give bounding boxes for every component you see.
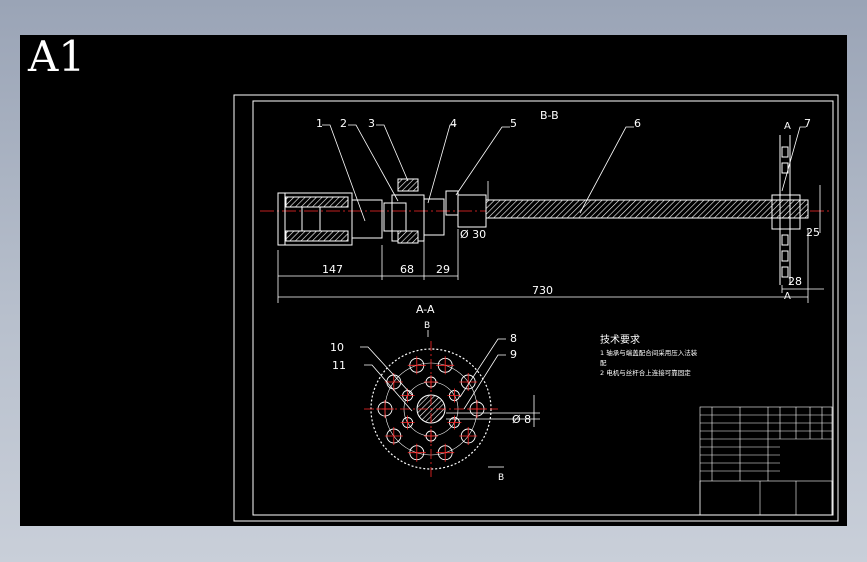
part-number-6: 6 <box>634 117 641 130</box>
bolt-hole-centermark <box>459 373 478 391</box>
title-block <box>699 406 833 516</box>
dimension-147: 147 <box>322 263 343 276</box>
section-label-aa: A-A <box>416 303 435 316</box>
part-number-3: 3 <box>368 117 375 130</box>
section-mark-a-top: A <box>784 121 791 132</box>
motor-body <box>277 192 383 246</box>
bolt-hole-centermark <box>376 400 394 418</box>
notes-title: 技术要求 <box>600 333 640 346</box>
part-number-9: 9 <box>510 348 517 361</box>
dimension-68: 68 <box>400 263 414 276</box>
dimension-25: 25 <box>806 226 820 239</box>
part-number-4: 4 <box>450 117 457 130</box>
section-label-bb: B-B <box>540 109 559 122</box>
bolt-hole-centermark <box>424 375 438 389</box>
bolt-hole-centermark <box>400 415 415 430</box>
part-number-7: 7 <box>804 117 811 130</box>
screw-shaft <box>485 199 809 219</box>
sheet-size-label: A1 <box>27 35 85 81</box>
bolt-hole-centermark <box>407 443 426 462</box>
dimension-dia30: Ø 30 <box>460 228 486 241</box>
bolt-hole-centermark <box>424 429 438 443</box>
section-mark-b-top: B <box>424 321 430 331</box>
part-number-11: 11 <box>332 359 346 372</box>
notes-line-1: 1 轴承与端盖配合间采用压入法装 <box>600 348 698 357</box>
dimension-29: 29 <box>436 263 450 276</box>
bolt-hole-centermark <box>447 415 462 430</box>
part-number-8: 8 <box>510 332 517 345</box>
part-number-5: 5 <box>510 117 517 130</box>
flange-section-aa: A-A B 10 11 8 9 Ø 8 B <box>330 303 540 483</box>
section-mark-b-bottom: B <box>498 473 504 483</box>
dimension-28: 28 <box>788 275 802 288</box>
dimension-dia8: Ø 8 <box>512 413 531 426</box>
cad-drawing: A1 B-B 1 2 3 4 5 6 7 A 147 68 29 730 Ø 3… <box>27 35 839 522</box>
notes-line-3: 2 电机与丝杆合上连接可靠固定 <box>600 368 691 377</box>
cad-viewport[interactable]: A1 B-B 1 2 3 4 5 6 7 A 147 68 29 730 Ø 3… <box>20 35 847 526</box>
inner-frame <box>252 100 834 516</box>
bolt-hole-centermark <box>459 427 478 445</box>
part-number-1: 1 <box>316 117 323 130</box>
bolt-hole-centermark <box>407 356 426 375</box>
bolt-hole-centermark <box>436 443 455 462</box>
bolt-hole-centermark <box>468 400 486 418</box>
assembly-section-bb: B-B 1 2 3 4 5 6 7 A 147 68 29 730 Ø 30 2… <box>260 109 830 303</box>
section-mark-a-bottom: A <box>784 291 791 302</box>
bolt-hole-centermark <box>436 356 455 375</box>
notes-line-2: 配 <box>600 359 607 367</box>
bolt-hole-centermark <box>384 427 403 445</box>
part-number-2: 2 <box>340 117 347 130</box>
technical-notes: 技术要求 1 轴承与端盖配合间采用压入法装 配 2 电机与丝杆合上连接可靠固定 <box>600 333 698 377</box>
outer-frame <box>233 94 839 522</box>
dimension-730: 730 <box>532 284 553 297</box>
part-number-10: 10 <box>330 341 344 354</box>
bolt-hole-centermark <box>447 388 462 403</box>
